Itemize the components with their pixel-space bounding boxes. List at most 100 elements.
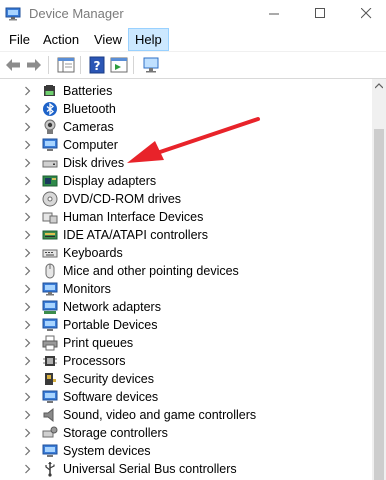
tree-item-label: Sound, video and game controllers: [63, 408, 257, 422]
chevron-right-icon[interactable]: [24, 86, 32, 96]
close-button[interactable]: [344, 0, 386, 28]
minimize-icon: [269, 13, 279, 15]
tree-item-mice-and-other-pointing-devices[interactable]: Mice and other pointing devices: [0, 262, 372, 280]
show-hide-console-tree-button[interactable]: [56, 55, 76, 75]
chevron-right-icon[interactable]: [24, 374, 32, 384]
forward-button[interactable]: [24, 55, 44, 75]
tree-item-label: IDE ATA/ATAPI controllers: [63, 228, 208, 242]
camera-icon: [44, 119, 56, 134]
help-book-icon: ?: [89, 56, 105, 74]
scrollbar-thumb[interactable]: [374, 129, 384, 480]
tree-item-portable-devices[interactable]: Portable Devices: [0, 316, 372, 334]
toolbar-separator: [133, 56, 134, 74]
chevron-right-icon[interactable]: [24, 140, 32, 150]
device-manager-app-icon: [5, 7, 21, 21]
properties-button[interactable]: [109, 55, 129, 75]
scan-hardware-button[interactable]: [141, 55, 161, 75]
chevron-right-icon[interactable]: [24, 464, 32, 474]
tree-item-display-adapters[interactable]: Display adapters: [0, 172, 372, 190]
menu-file[interactable]: File: [3, 28, 36, 51]
tree-item-label: DVD/CD-ROM drives: [63, 192, 182, 206]
network-adapter-icon: [42, 300, 58, 314]
portable-device-icon: [42, 318, 58, 331]
menu-help[interactable]: Help: [128, 28, 169, 51]
hid-icon: [42, 212, 58, 224]
keyboard-icon: [42, 249, 58, 258]
chevron-right-icon[interactable]: [24, 176, 32, 186]
tree-item-label: Keyboards: [63, 246, 123, 260]
tree-item-security-devices[interactable]: Security devices: [0, 370, 372, 388]
tree-item-label: Cameras: [63, 120, 114, 134]
maximize-button[interactable]: [298, 0, 344, 28]
chevron-right-icon[interactable]: [24, 392, 32, 402]
minimize-button[interactable]: [252, 0, 298, 28]
tree-item-computer[interactable]: Computer: [0, 136, 372, 154]
tree-item-dvd-cd-rom-drives[interactable]: DVD/CD-ROM drives: [0, 190, 372, 208]
chevron-right-icon[interactable]: [24, 212, 32, 222]
toolbar: ?: [0, 52, 386, 79]
tree-item-label: Network adapters: [63, 300, 161, 314]
properties-icon: [110, 57, 128, 73]
disk-drive-icon: [42, 160, 58, 168]
processor-icon: [43, 356, 57, 366]
chevron-right-icon[interactable]: [24, 104, 32, 114]
chevron-right-icon[interactable]: [24, 446, 32, 456]
software-device-icon: [42, 390, 58, 403]
tree-item-disk-drives[interactable]: Disk drives: [0, 154, 372, 172]
ide-controller-icon: [42, 230, 58, 240]
tree-item-label: Disk drives: [63, 156, 125, 170]
scroll-up-button[interactable]: [372, 79, 386, 93]
tree-item-label: Bluetooth: [63, 102, 116, 116]
tree-item-bluetooth[interactable]: Bluetooth: [0, 100, 372, 118]
printer-icon: [42, 335, 58, 351]
tree-item-label: Software devices: [63, 390, 159, 404]
menu-action[interactable]: Action: [37, 28, 85, 51]
menu-view[interactable]: View: [88, 28, 128, 51]
tree-item-batteries[interactable]: Batteries: [0, 82, 372, 100]
tree-item-cameras[interactable]: Cameras: [0, 118, 372, 136]
close-icon: [361, 8, 372, 19]
bluetooth-icon: [43, 102, 57, 116]
tree-item-system-devices[interactable]: System devices: [0, 442, 372, 460]
chevron-right-icon[interactable]: [24, 122, 32, 132]
title-bar[interactable]: Device Manager: [0, 0, 386, 28]
tree-item-storage-controllers[interactable]: Storage controllers: [0, 424, 372, 442]
chevron-right-icon[interactable]: [24, 230, 32, 240]
chevron-right-icon[interactable]: [24, 266, 32, 276]
tree-item-ide-ata-atapi-controllers[interactable]: IDE ATA/ATAPI controllers: [0, 226, 372, 244]
tree-item-label: Processors: [63, 354, 126, 368]
console-tree-icon: [57, 57, 75, 73]
tree-item-label: Batteries: [63, 84, 113, 98]
chevron-right-icon[interactable]: [24, 194, 32, 204]
back-button[interactable]: [3, 55, 23, 75]
chevron-right-icon[interactable]: [24, 410, 32, 420]
monitor-icon: [42, 282, 58, 296]
tree-item-keyboards[interactable]: Keyboards: [0, 244, 372, 262]
tree-item-monitors[interactable]: Monitors: [0, 280, 372, 298]
chevron-right-icon[interactable]: [24, 248, 32, 258]
tree-item-human-interface-devices[interactable]: Human Interface Devices: [0, 208, 372, 226]
tree-item-processors[interactable]: Processors: [0, 352, 372, 370]
tree-item-sound-video-and-game-controllers[interactable]: Sound, video and game controllers: [0, 406, 372, 424]
chevron-right-icon[interactable]: [24, 428, 32, 438]
chevron-right-icon[interactable]: [24, 338, 32, 348]
tree-item-label: Display adapters: [63, 174, 157, 188]
chevron-right-icon[interactable]: [24, 302, 32, 312]
tree-item-software-devices[interactable]: Software devices: [0, 388, 372, 406]
chevron-right-icon[interactable]: [24, 284, 32, 294]
scroll-up-arrow-icon: [375, 83, 383, 89]
storage-controller-icon: [42, 426, 58, 438]
device-tree[interactable]: Batteries Bluetooth Cameras Computer Disk dr…: [0, 79, 372, 480]
tree-item-universal-serial-bus-controllers[interactable]: Universal Serial Bus controllers: [0, 460, 372, 478]
help-button[interactable]: ?: [87, 55, 107, 75]
chevron-right-icon[interactable]: [24, 356, 32, 366]
chevron-right-icon[interactable]: [24, 158, 32, 168]
tree-item-network-adapters[interactable]: Network adapters: [0, 298, 372, 316]
chevron-right-icon[interactable]: [24, 320, 32, 330]
vertical-scrollbar[interactable]: [372, 79, 386, 480]
tree-item-print-queues[interactable]: Print queues: [0, 334, 372, 352]
svg-text:?: ?: [94, 59, 101, 73]
scan-hardware-monitor-icon: [143, 57, 159, 73]
forward-arrow-icon: [27, 59, 41, 71]
speaker-icon: [43, 407, 54, 423]
